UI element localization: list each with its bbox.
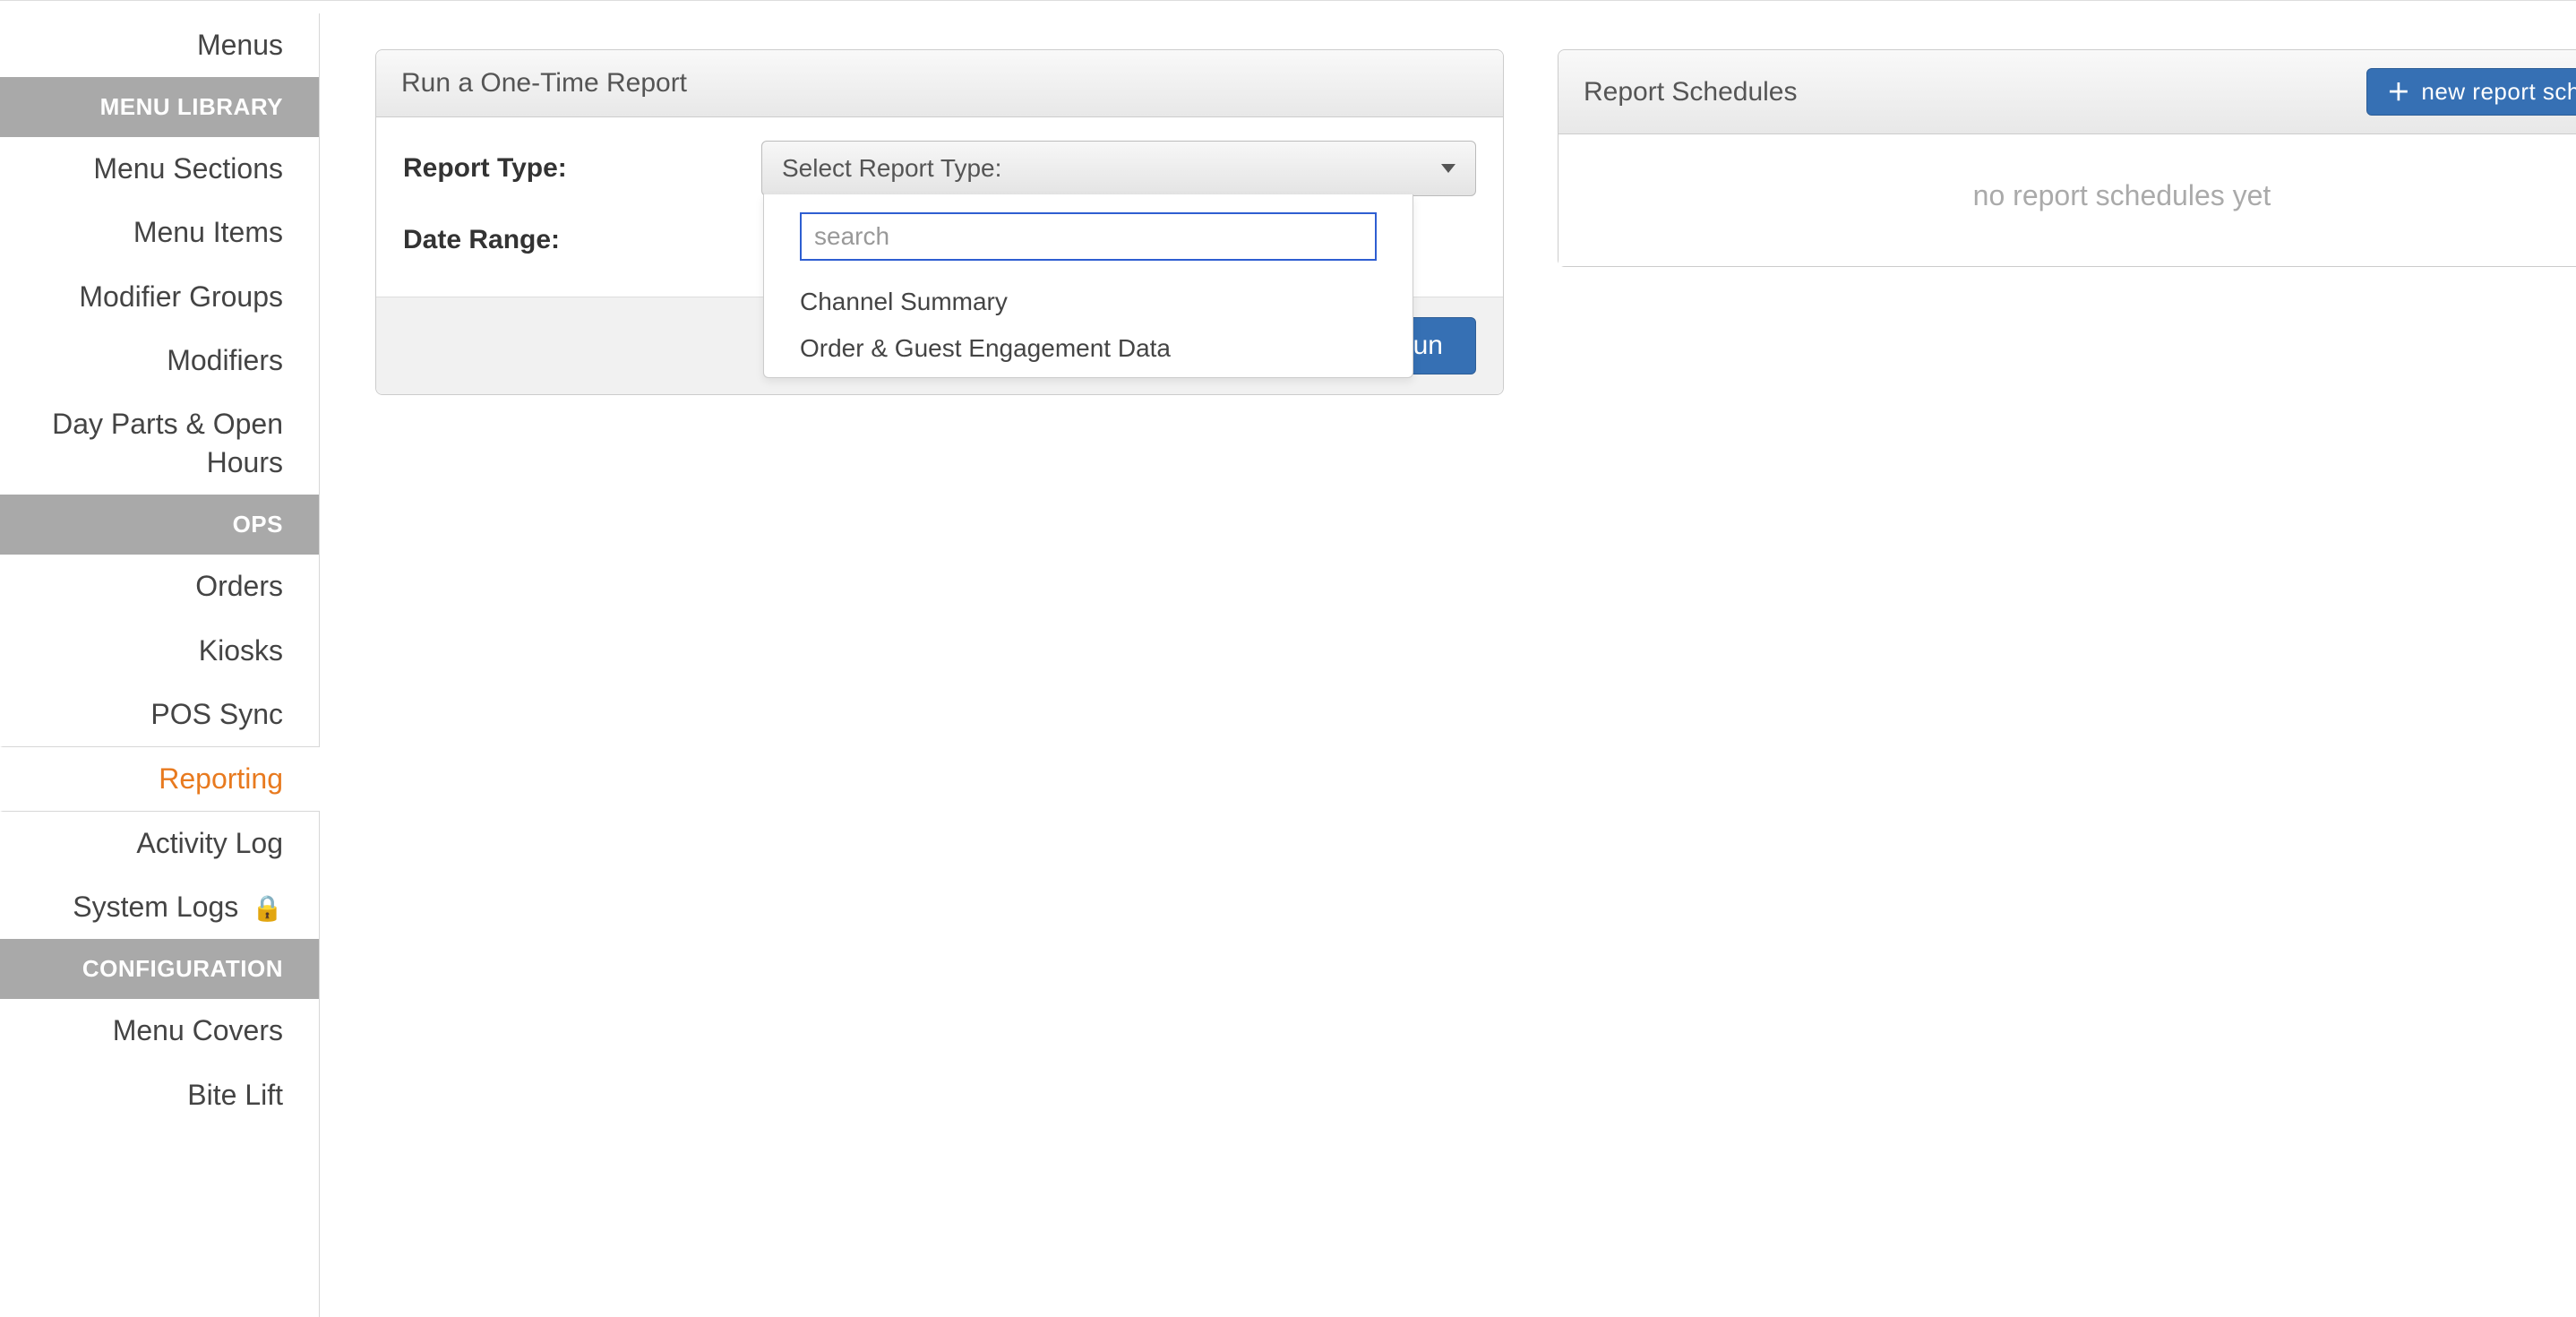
- dropdown-search-input[interactable]: [800, 212, 1377, 261]
- new-report-schedule-button[interactable]: ＋ new report schedule: [2366, 68, 2576, 116]
- dropdown-option-order-guest-engagement[interactable]: Order & Guest Engagement Data: [764, 325, 1413, 372]
- plus-icon: ＋: [2387, 81, 2411, 104]
- sidebar-item-bite-lift[interactable]: Bite Lift: [0, 1063, 319, 1127]
- report-schedules-panel: Report Schedules ＋ new report schedule n…: [1558, 49, 2576, 267]
- run-report-panel-body: Report Type: Select Report Type: Date Ra…: [376, 117, 1503, 297]
- main-content: Run a One-Time Report Report Type: Selec…: [320, 13, 2576, 1317]
- report-schedules-panel-body: no report schedules yet: [1558, 134, 2576, 266]
- sidebar-item-menu-sections[interactable]: Menu Sections: [0, 137, 319, 201]
- sidebar-item-menu-covers[interactable]: Menu Covers: [0, 999, 319, 1063]
- date-range-label: Date Range:: [403, 225, 761, 255]
- sidebar-item-modifier-groups[interactable]: Modifier Groups: [0, 265, 319, 329]
- run-report-panel-header: Run a One-Time Report: [376, 50, 1503, 117]
- sidebar-item-kiosks[interactable]: Kiosks: [0, 619, 319, 683]
- panel-title: Run a One-Time Report: [401, 68, 687, 99]
- sidebar-header-menu-library: MENU LIBRARY: [0, 77, 319, 137]
- sidebar-item-system-logs[interactable]: System Logs 🔒: [0, 875, 319, 939]
- sidebar-item-reporting[interactable]: Reporting: [0, 746, 320, 812]
- sidebar-item-modifiers[interactable]: Modifiers: [0, 329, 319, 392]
- sidebar-item-menu-items[interactable]: Menu Items: [0, 201, 319, 264]
- report-type-select[interactable]: Select Report Type:: [761, 141, 1476, 196]
- sidebar-item-day-parts[interactable]: Day Parts & Open Hours: [0, 392, 319, 495]
- report-type-placeholder: Select Report Type:: [782, 154, 1001, 183]
- panel-title: Report Schedules: [1584, 77, 1797, 108]
- sidebar-item-menus[interactable]: Menus: [0, 13, 319, 77]
- report-type-label: Report Type:: [403, 153, 761, 184]
- empty-schedules-message: no report schedules yet: [1558, 134, 2576, 266]
- sidebar: Menus MENU LIBRARY Menu Sections Menu It…: [0, 13, 320, 1317]
- report-type-dropdown: Channel Summary Order & Guest Engagement…: [763, 194, 1413, 378]
- sidebar-item-orders[interactable]: Orders: [0, 555, 319, 618]
- run-report-panel: Run a One-Time Report Report Type: Selec…: [375, 49, 1504, 395]
- sidebar-header-ops: OPS: [0, 495, 319, 555]
- report-schedules-panel-header: Report Schedules ＋ new report schedule: [1558, 50, 2576, 134]
- dropdown-option-channel-summary[interactable]: Channel Summary: [764, 279, 1413, 325]
- chevron-down-icon: [1441, 164, 1455, 173]
- lock-icon: 🔒: [252, 894, 283, 922]
- sidebar-item-label: System Logs: [73, 891, 238, 923]
- sidebar-item-pos-sync[interactable]: POS Sync: [0, 683, 319, 746]
- sidebar-item-activity-log[interactable]: Activity Log: [0, 812, 319, 875]
- sidebar-header-configuration: CONFIGURATION: [0, 939, 319, 999]
- new-report-schedule-label: new report schedule: [2421, 78, 2576, 106]
